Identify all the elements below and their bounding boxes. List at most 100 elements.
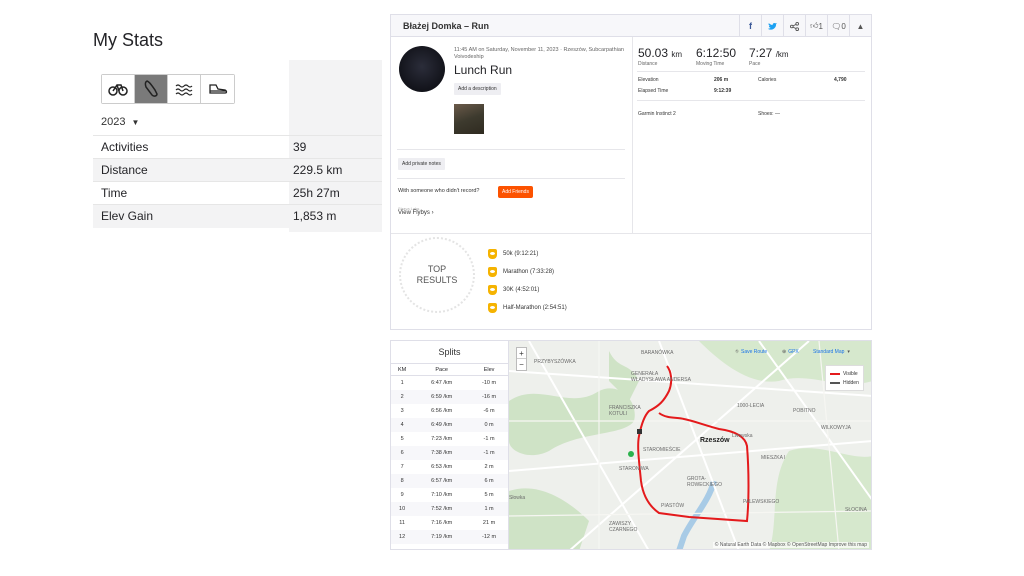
map-label: MIESZKA I bbox=[761, 455, 786, 461]
stats-row: Activities 39 bbox=[93, 135, 382, 159]
moving-time-value: 6:12:50 bbox=[696, 46, 737, 60]
map-label: BARANÓWKA bbox=[641, 350, 674, 356]
walk-tab[interactable] bbox=[201, 75, 234, 103]
card-actions: f 👍︎ 1 🗨︎ 0 ▲ bbox=[739, 15, 871, 37]
route-map[interactable]: + − ⛗ Save Route ⊕ GPX Standard Map ▾ Visib… bbox=[508, 340, 872, 550]
view-flybys-link[interactable]: View Flybys › bbox=[398, 210, 434, 216]
splits-table: KM Pace Elev 1 6:47 /km -10 m 2 6:59 /km -16 … bbox=[391, 363, 508, 544]
result-name: Half-Marathon bbox=[503, 305, 542, 311]
trophy-icon bbox=[488, 267, 497, 277]
divider bbox=[391, 233, 871, 234]
split-row: 10 7:52 /km 1 m bbox=[391, 501, 508, 516]
route-icon: ⛗ bbox=[735, 349, 740, 355]
friends-question: With someone who didn't record? bbox=[398, 188, 480, 194]
facebook-share-button[interactable]: f bbox=[739, 15, 761, 37]
view-flybys-label: View Flybys bbox=[398, 210, 430, 216]
legend-hidden[interactable]: Hidden bbox=[830, 378, 859, 387]
activity-photo[interactable] bbox=[454, 104, 484, 134]
chevron-down-icon: ▾ bbox=[847, 349, 850, 355]
zoom-control: + − bbox=[516, 347, 527, 371]
split-km: 3 bbox=[400, 407, 404, 414]
split-pace: 7:16 /km bbox=[431, 519, 453, 526]
split-pace: 7:52 /km bbox=[413, 501, 471, 516]
result-name: Marathon bbox=[503, 269, 529, 275]
swim-icon bbox=[175, 84, 193, 96]
hidden-swatch bbox=[830, 381, 840, 384]
zoom-in-button[interactable]: + bbox=[517, 348, 526, 359]
chevron-right-icon: › bbox=[431, 210, 434, 216]
split-row: 8 6:57 /km 6 m bbox=[391, 473, 508, 488]
splits-title: Splits bbox=[438, 347, 461, 357]
result-item[interactable]: Half-Marathon (2:54:51) bbox=[488, 299, 567, 317]
result-item[interactable]: 30K (4:52:01) bbox=[488, 281, 567, 299]
split-km: 4 bbox=[391, 417, 414, 432]
year-dropdown[interactable]: 2023 ▼ bbox=[101, 116, 139, 128]
stats-row: Elev Gain 1,853 m bbox=[93, 204, 382, 228]
stats-label: Elev Gain bbox=[93, 204, 289, 228]
save-route-button[interactable]: ⛗ Save Route bbox=[735, 349, 767, 355]
device-name: Garmin Instinct 2 bbox=[638, 111, 676, 117]
shoe-icon bbox=[144, 80, 158, 97]
split-km: 7 bbox=[400, 463, 404, 470]
pace-unit: /km bbox=[775, 50, 789, 59]
activity-meta: 11:45 AM on Saturday, November 11, 2023 … bbox=[454, 47, 624, 60]
split-km: 10 bbox=[391, 501, 414, 516]
shoes-value: Shoes: — bbox=[758, 111, 780, 117]
map-label: 1000-LECIA bbox=[737, 403, 765, 409]
map-attribution[interactable]: © Natural Earth Data © Mapbox © OpenStre… bbox=[712, 542, 869, 548]
twitter-share-button[interactable] bbox=[761, 15, 783, 37]
distance-label: Distance bbox=[638, 61, 658, 67]
map-label: PRZYBYSZÓWKA bbox=[534, 359, 576, 365]
split-elev: 0 m bbox=[470, 417, 508, 432]
map-label: ZAWISZY CZARNEGO bbox=[609, 521, 638, 533]
stats-value: 1,853 m bbox=[289, 204, 382, 228]
result-time: (9:12:21) bbox=[514, 251, 539, 257]
year-value: 2023 bbox=[101, 116, 126, 128]
split-pace: 6:57 /km bbox=[413, 473, 471, 488]
gpx-label: GPX bbox=[788, 349, 799, 355]
divider bbox=[637, 71, 865, 72]
stats-row: Distance 229.5 km bbox=[93, 158, 382, 182]
calories-label: Calories bbox=[758, 77, 777, 83]
result-item[interactable]: Marathon (7:33:28) bbox=[488, 263, 567, 281]
facebook-icon: f bbox=[749, 21, 752, 31]
split-pace: 7:23 /km bbox=[431, 435, 453, 442]
split-km: 12 bbox=[391, 529, 414, 544]
visible-swatch bbox=[830, 372, 840, 375]
finish-marker bbox=[637, 429, 642, 434]
add-friends-button[interactable]: Add Friends bbox=[498, 186, 533, 198]
stats-label: Distance bbox=[93, 158, 289, 182]
map-label: PIASTÓW bbox=[661, 503, 685, 509]
share-button[interactable] bbox=[783, 15, 805, 37]
legend-visible[interactable]: Visible bbox=[830, 369, 859, 378]
split-row: 1 6:47 /km -10 m bbox=[391, 376, 508, 390]
stats-row: Time 25h 27m bbox=[93, 181, 382, 205]
run-tab[interactable] bbox=[135, 75, 168, 103]
add-private-notes-button[interactable]: Add private notes bbox=[398, 158, 445, 170]
avatar[interactable] bbox=[399, 46, 445, 92]
add-description-button[interactable]: Add a description bbox=[454, 83, 501, 95]
my-stats-panel: My Stats bbox=[93, 30, 383, 69]
swim-tab[interactable] bbox=[168, 75, 201, 103]
kudos-button[interactable]: 👍︎ 1 bbox=[805, 15, 827, 37]
split-row: 3 6:56 /km -6 m bbox=[391, 404, 508, 418]
chevron-up-icon: ▲ bbox=[856, 21, 865, 31]
zoom-out-button[interactable]: − bbox=[517, 359, 526, 370]
top-results-line1: TOP bbox=[427, 264, 447, 274]
result-item[interactable]: 50k (9:12:21) bbox=[488, 245, 567, 263]
bike-tab[interactable] bbox=[102, 75, 135, 103]
map-label: GROTA-ROWECKIEGO bbox=[687, 476, 723, 488]
split-elev: -16 m bbox=[470, 389, 508, 404]
collapse-button[interactable]: ▲ bbox=[849, 15, 871, 37]
split-km: 6 bbox=[391, 445, 414, 460]
gpx-button[interactable]: ⊕ GPX bbox=[782, 349, 799, 355]
split-row: 7 6:53 /km 2 m bbox=[391, 460, 508, 474]
map-label: Lwowska bbox=[732, 433, 753, 439]
comment-button[interactable]: 🗨︎ 0 bbox=[827, 15, 849, 37]
moving-time-label: Moving Time bbox=[696, 61, 725, 67]
map-type-label: Standard Map bbox=[813, 349, 845, 355]
sport-tabs bbox=[101, 74, 235, 104]
map-type-dropdown[interactable]: Standard Map ▾ bbox=[813, 349, 850, 355]
stats-value: 39 bbox=[289, 135, 382, 159]
splits-header-row: KM Pace Elev bbox=[391, 363, 508, 376]
